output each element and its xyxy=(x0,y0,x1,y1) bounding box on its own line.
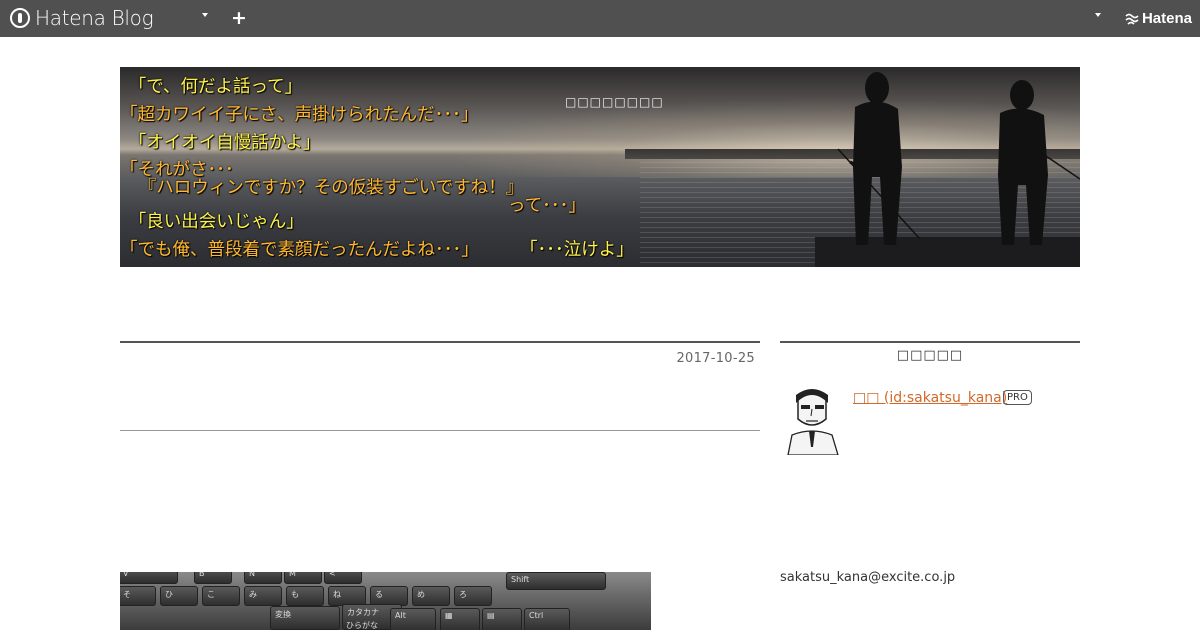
keyboard-key: ね xyxy=(328,586,366,606)
keyboard-key: B xyxy=(194,572,232,584)
avatar[interactable] xyxy=(780,385,846,455)
header-dialogue-line: 「良い出会いじゃん」 xyxy=(120,212,304,232)
keyboard-key: ろ xyxy=(454,586,492,606)
profile-id-link[interactable]: □□ (id:sakatsu_kana) xyxy=(853,390,1007,406)
keyboard-key: Shift xyxy=(506,572,606,590)
header-dialogue-line: 「でも俺、普段着で素顔だったんだよね･･･」 xyxy=(120,240,479,260)
profile-email: sakatsu_kana@excite.co.jp xyxy=(780,570,956,585)
keyboard-key: V xyxy=(120,572,178,584)
hatena-link[interactable]: Hatena xyxy=(1125,10,1192,27)
header-dialogue-line: 「オイオイ自慢話かよ」 xyxy=(120,133,321,153)
keyboard-key: Ctrl xyxy=(524,608,570,630)
keyboard-key: も xyxy=(286,586,324,606)
new-post-plus-icon[interactable]: + xyxy=(231,8,247,28)
entry-header-divider xyxy=(120,430,760,431)
windows-key: ▦ xyxy=(440,608,480,630)
keyboard-key: < xyxy=(324,572,362,584)
hatena-label: Hatena xyxy=(1141,10,1192,27)
keyboard-key: め xyxy=(412,586,450,606)
entry-date[interactable]: 2017-10-25 xyxy=(676,351,755,366)
blog-header-image[interactable]: □□□□□□□□ 「で、何だよ話って」 「超カワイイ子にさ、声掛けられたんだ･･… xyxy=(120,67,1080,267)
keyboard-key: る xyxy=(370,586,408,606)
blog-title[interactable]: □□□□□□□□ xyxy=(565,95,664,109)
keyboard-key: ひ xyxy=(160,586,198,606)
hatena-blog-logo[interactable]: Hatena Blog xyxy=(10,6,154,30)
keyboard-key: こ xyxy=(202,586,240,606)
blog-menu-chevron-down-icon[interactable] xyxy=(202,13,208,17)
header-dialogue-line: 「それがさ･･･ xyxy=(120,160,234,180)
hatena-blog-logo-icon xyxy=(10,8,30,28)
sidebar-top-divider xyxy=(780,341,1080,343)
global-header-bar: Hatena Blog + Hatena xyxy=(0,0,1200,37)
entry-top-divider xyxy=(120,341,760,343)
header-dialogue-line: 「･･･泣けよ」 xyxy=(520,240,634,260)
keyboard-key: 変換 xyxy=(270,606,340,630)
keyboard-key: M xyxy=(284,572,322,584)
header-dialogue-line: 『ハロウィンですか？その仮装すごいですね！』 xyxy=(130,178,524,198)
user-menu-chevron-down-icon[interactable] xyxy=(1095,13,1101,17)
pro-badge: PRO xyxy=(1003,390,1032,405)
keyboard-key: Alt xyxy=(390,608,436,630)
hatena-wave-icon xyxy=(1125,13,1139,25)
sidebar-profile-heading: □□□□□ xyxy=(896,348,964,363)
header-dialogue-line: 「超カワイイ子にさ、声掛けられたんだ･･･」 xyxy=(120,105,479,125)
header-dialogue-line: 「で、何だよ話って」 xyxy=(120,77,303,97)
entry-keyboard-image: V B N M < Shift そ ひ こ み も ね る め ろ 変換 カタカ… xyxy=(120,572,651,630)
keyboard-key: N xyxy=(244,572,282,584)
keyboard-key: み xyxy=(244,586,282,606)
brand-name: Hatena Blog xyxy=(35,6,154,30)
keyboard-key: そ xyxy=(120,586,156,606)
menu-key: ▤ xyxy=(482,608,522,630)
header-dialogue-line: って･･･」 xyxy=(508,196,586,216)
